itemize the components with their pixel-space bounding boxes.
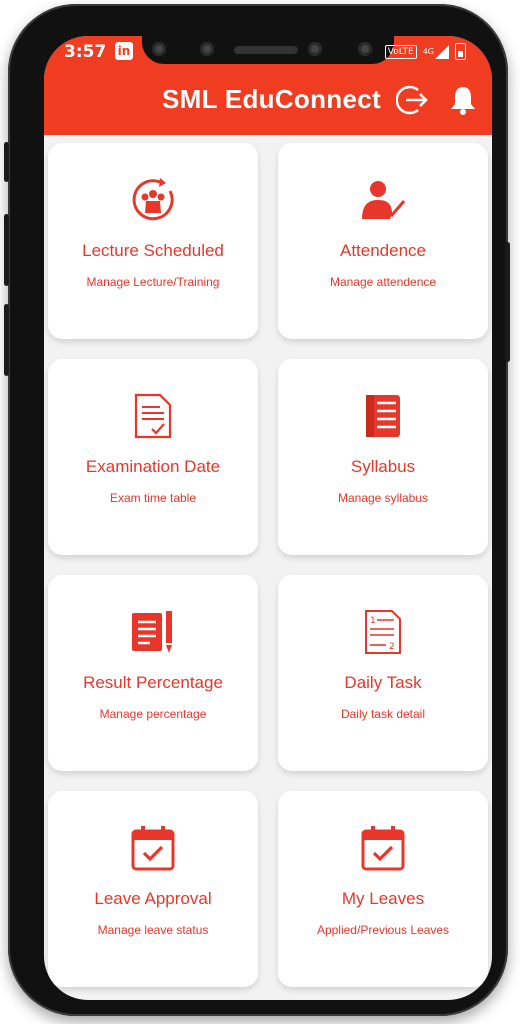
signal-icon	[435, 44, 449, 59]
calendar-check-icon	[131, 826, 175, 871]
svg-text:2: 2	[389, 642, 395, 652]
sensor-icon	[200, 42, 214, 56]
phone-frame: 3:57 in VoLTE 4G SML EduConnect Lecture …	[4, 4, 510, 1016]
camera-icon	[358, 42, 372, 56]
linkedin-icon: in	[115, 42, 133, 60]
report-pen-icon	[132, 611, 172, 653]
card-my-leaves[interactable]: My Leaves Applied/Previous Leaves	[278, 791, 488, 987]
logout-icon[interactable]	[395, 84, 430, 120]
card-subtitle: Manage syllabus	[337, 491, 429, 505]
card-title: Attendence	[339, 241, 426, 260]
card-daily-task[interactable]: 1 2 Daily Task Daily task detail	[278, 575, 488, 771]
card-syllabus[interactable]: Syllabus Manage syllabus	[278, 359, 488, 555]
card-title: Lecture Scheduled	[82, 241, 224, 260]
phone-power-button	[505, 242, 510, 362]
speaker-grille	[234, 46, 298, 54]
battery-icon	[455, 43, 466, 60]
camera-notch	[142, 36, 394, 64]
group-refresh-icon	[132, 178, 174, 221]
card-subtitle: Manage Lecture/Training	[86, 275, 220, 289]
app-title: SML EduConnect	[162, 84, 381, 114]
card-result-percentage[interactable]: Result Percentage Manage percentage	[48, 575, 258, 771]
card-subtitle: Manage attendence	[329, 275, 437, 289]
card-subtitle: Exam time table	[109, 491, 197, 505]
app-screen: 3:57 in VoLTE 4G SML EduConnect Lecture …	[44, 36, 492, 1000]
phone-volume-button	[4, 304, 9, 376]
list-book-icon	[366, 395, 400, 437]
svg-text:1: 1	[370, 616, 376, 626]
camera-icon	[152, 42, 166, 56]
volte-badge: VoLTE	[384, 44, 417, 59]
card-examination-date[interactable]: Examination Date Exam time table	[48, 359, 258, 555]
status-indicators: VoLTE 4G	[384, 43, 466, 60]
card-title: Syllabus	[350, 457, 416, 476]
card-title: Result Percentage	[83, 673, 223, 692]
card-subtitle: Manage percentage	[99, 707, 207, 721]
card-title: Leave Approval	[94, 889, 212, 908]
user-check-icon	[362, 181, 406, 219]
card-title: My Leaves	[341, 889, 425, 908]
app-bar: 3:57 in VoLTE 4G SML EduConnect	[44, 36, 492, 135]
card-title: Examination Date	[85, 457, 221, 476]
sensor-icon	[308, 42, 322, 56]
calendar-check-icon	[361, 826, 405, 871]
card-attendence[interactable]: Attendence Manage attendence	[278, 143, 488, 339]
card-subtitle: Applied/Previous Leaves	[316, 923, 450, 937]
card-subtitle: Manage leave status	[97, 923, 209, 937]
bell-icon[interactable]	[449, 84, 477, 120]
status-time: 3:57	[64, 42, 107, 62]
task-sheet-icon: 1 2	[365, 610, 401, 654]
phone-side-button	[4, 142, 9, 182]
card-lecture-scheduled[interactable]: Lecture Scheduled Manage Lecture/Trainin…	[48, 143, 258, 339]
card-leave-approval[interactable]: Leave Approval Manage leave status	[48, 791, 258, 987]
card-title: Daily Task	[344, 673, 422, 692]
card-subtitle: Daily task detail	[340, 707, 426, 721]
document-check-icon	[134, 393, 172, 439]
network-type: 4G	[422, 47, 434, 56]
phone-volume-button	[4, 214, 9, 286]
